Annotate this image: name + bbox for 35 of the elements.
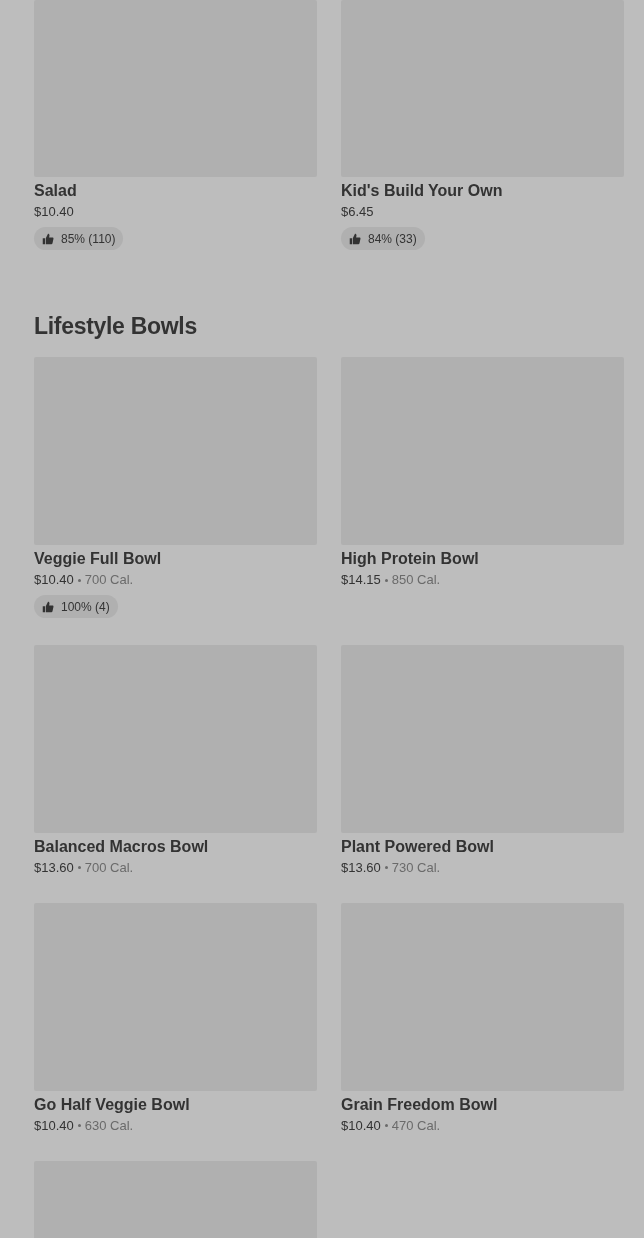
item-name: Go Half Veggie Bowl [34,1094,191,1115]
item-name: Kid's Build Your Own [341,181,504,201]
item-price: $14.15 [341,571,381,589]
rating-badge: 85% (110) [34,227,124,250]
separator-dot [77,578,81,582]
item-calories: 700 Cal. [84,858,134,877]
separator-dot [384,866,388,869]
item-price: $10.40 [34,203,74,221]
item-price: $13.60 [34,858,74,877]
item-name: Plant Powered Bowl [341,836,495,857]
item-name: Salad [34,181,78,201]
item-price: $6.45 [341,203,374,221]
separator-dot [77,1124,81,1127]
thumbs-up-icon [42,600,54,613]
separator-dot [384,578,388,582]
item-price: $10.40 [341,1116,381,1135]
item-calories: 700 Cal. [84,571,134,589]
item-price: $10.40 [34,571,74,589]
thumbs-up-icon [349,232,361,245]
separator-dot [384,1124,388,1127]
item-price: $13.60 [341,858,381,877]
item-calories: 470 Cal. [391,1116,441,1135]
item-calories: 850 Cal. [391,571,441,589]
separator-dot [77,866,81,869]
item-price: $10.40 [34,1116,74,1135]
item-calories: 630 Cal. [84,1116,134,1135]
item-name: High Protein Bowl [341,549,480,569]
thumbs-up-icon [42,232,54,245]
rating-badge: 84% (33) [341,227,425,250]
item-name: Balanced Macros Bowl [34,836,210,857]
rating-badge: 100% (4) [34,595,118,618]
item-calories: 730 Cal. [391,858,441,877]
item-name: Veggie Full Bowl [34,549,163,569]
item-name: Grain Freedom Bowl [341,1094,499,1115]
section-title: Lifestyle Bowls [34,311,198,341]
